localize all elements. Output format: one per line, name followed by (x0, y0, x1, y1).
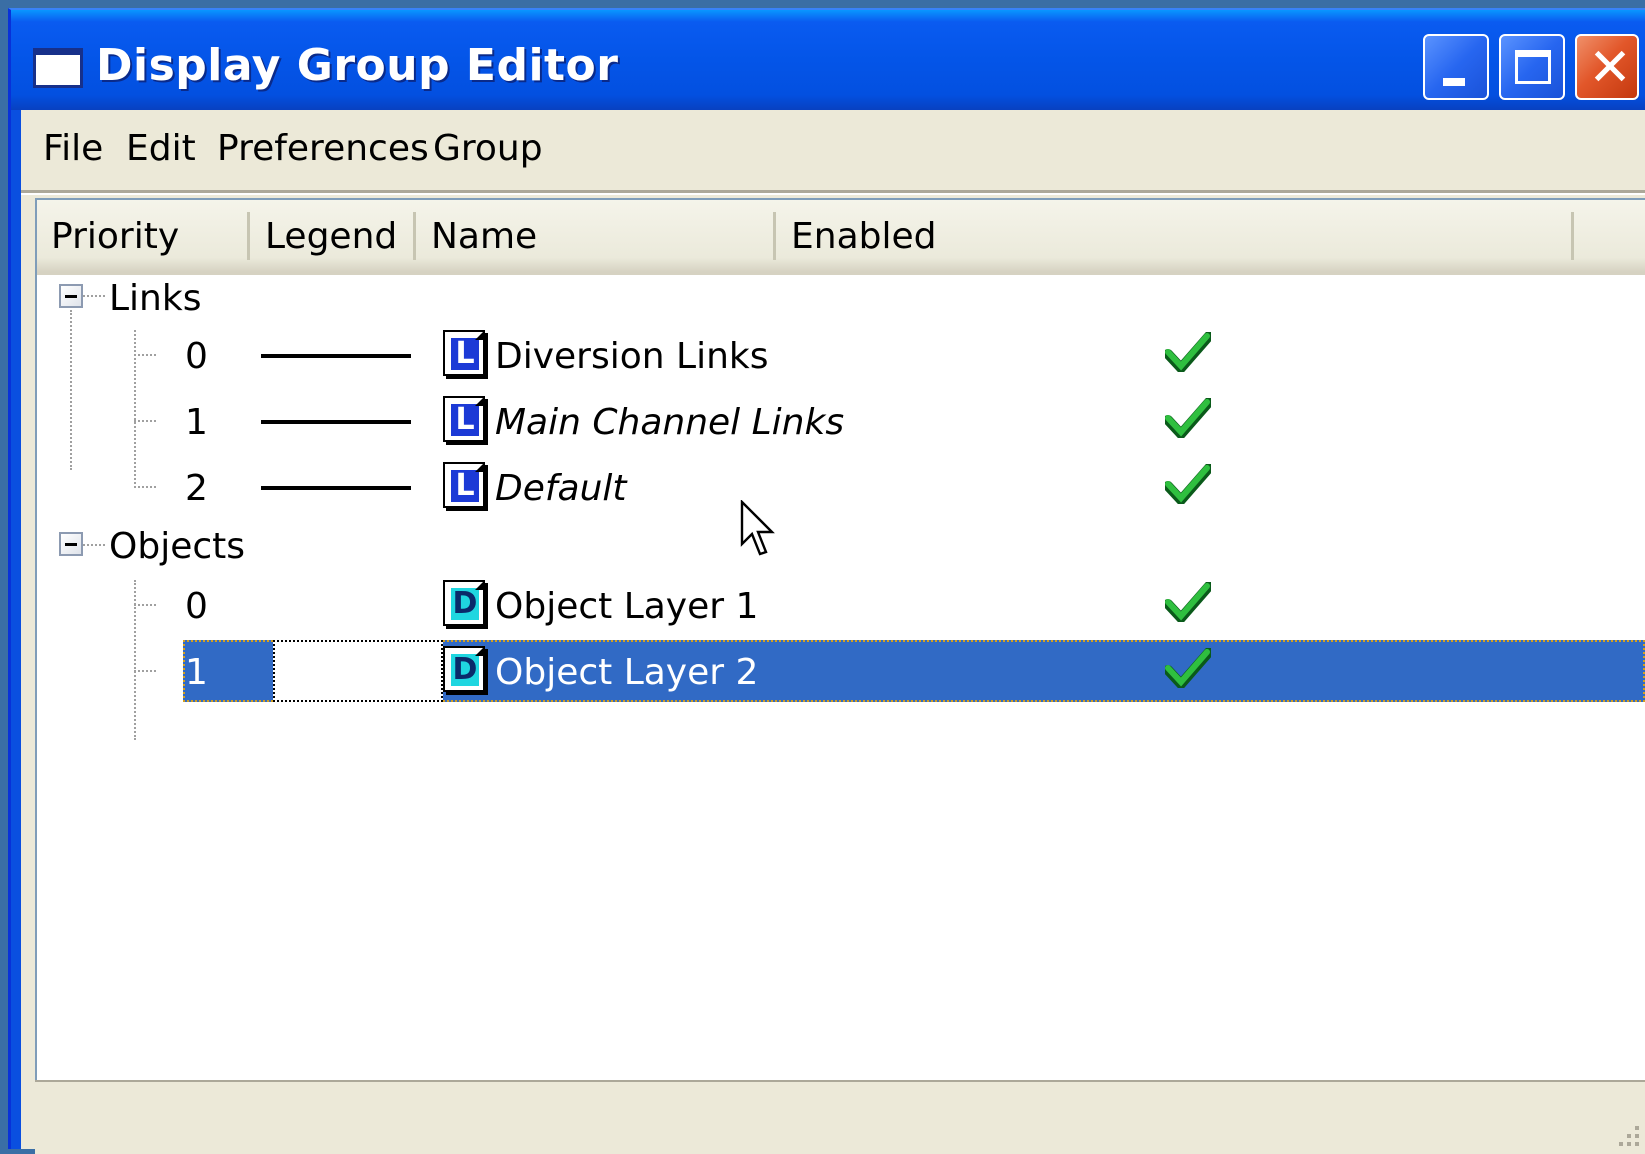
column-header-enabled[interactable]: Enabled (791, 216, 936, 257)
maximize-button[interactable] (1499, 34, 1565, 100)
legend-solid-line (261, 354, 411, 358)
layer-name: Diversion Links (495, 336, 769, 377)
enabled-check-icon[interactable] (1165, 582, 1211, 622)
menu-group[interactable]: Group (433, 128, 543, 169)
priority-value: 1 (185, 402, 208, 443)
layer-tree-view[interactable]: Priority Legend Name Enabled Links 0 L D… (35, 198, 1645, 1080)
link-layer-icon: L (443, 462, 485, 508)
collapse-toggle-icon[interactable] (59, 284, 83, 308)
object-layer-icon: D (443, 580, 485, 626)
column-divider[interactable] (773, 212, 776, 260)
mouse-pointer-icon (740, 500, 775, 556)
layer-name: Object Layer 2 (495, 652, 759, 693)
column-divider[interactable] (247, 212, 250, 260)
column-divider[interactable] (413, 212, 416, 260)
layer-row[interactable]: 0 D Object Layer 1 (37, 574, 1645, 636)
close-button[interactable]: ✕ (1575, 34, 1639, 100)
tree-group-objects[interactable]: Objects (37, 518, 1645, 580)
layer-row[interactable]: 2 L Default (37, 456, 1645, 518)
window-app-icon (33, 48, 83, 88)
legend-solid-line (261, 486, 411, 490)
collapse-toggle-icon[interactable] (59, 532, 83, 556)
priority-value: 1 (185, 652, 208, 693)
title-bar[interactable]: Display Group Editor ✕ (11, 10, 1645, 110)
priority-value: 0 (185, 586, 208, 627)
layer-row[interactable]: 0 L Diversion Links (37, 324, 1645, 386)
resize-grip-icon[interactable] (1611, 1120, 1641, 1150)
layer-name: Default (495, 468, 627, 509)
layer-row-selected[interactable]: 1 D Object Layer 2 (37, 640, 1645, 702)
menu-preferences[interactable]: Preferences (217, 128, 429, 169)
column-header-name[interactable]: Name (431, 216, 537, 257)
enabled-check-icon[interactable] (1165, 464, 1211, 504)
column-header-legend[interactable]: Legend (265, 216, 397, 257)
group-label: Objects (109, 526, 246, 567)
minimize-button[interactable] (1423, 34, 1489, 100)
layer-name: Main Channel Links (495, 402, 845, 443)
menu-bar: File Edit Preferences Group (21, 110, 1645, 188)
layer-name: Object Layer 1 (495, 586, 759, 627)
status-bar (35, 1080, 1645, 1154)
object-layer-icon: D (443, 646, 485, 692)
client-area: File Edit Preferences Group Priority Leg… (21, 110, 1645, 1154)
link-layer-icon: L (443, 330, 485, 376)
link-layer-icon: L (443, 396, 485, 442)
column-header-priority[interactable]: Priority (51, 216, 179, 257)
maximize-icon (1515, 50, 1551, 84)
menu-file[interactable]: File (43, 128, 103, 169)
window-title: Display Group Editor (96, 40, 619, 91)
enabled-check-icon[interactable] (1165, 398, 1211, 438)
display-group-editor-window: Display Group Editor ✕ File Edit Prefere… (8, 8, 1645, 1154)
minimize-icon (1443, 78, 1465, 86)
legend-cell-focused[interactable] (273, 640, 443, 702)
enabled-check-icon[interactable] (1165, 648, 1211, 688)
column-header-bar: Priority Legend Name Enabled (37, 200, 1645, 275)
legend-solid-line (261, 420, 411, 424)
menu-separator-highlight (21, 193, 1645, 195)
layer-row[interactable]: 1 L Main Channel Links (37, 390, 1645, 452)
close-icon: ✕ (1588, 38, 1632, 98)
priority-value: 2 (185, 468, 208, 509)
menu-edit[interactable]: Edit (126, 128, 196, 169)
group-label: Links (109, 278, 202, 319)
column-divider[interactable] (1571, 212, 1574, 260)
priority-value: 0 (185, 336, 208, 377)
tree-group-links[interactable]: Links (37, 270, 1645, 332)
enabled-check-icon[interactable] (1165, 332, 1211, 372)
